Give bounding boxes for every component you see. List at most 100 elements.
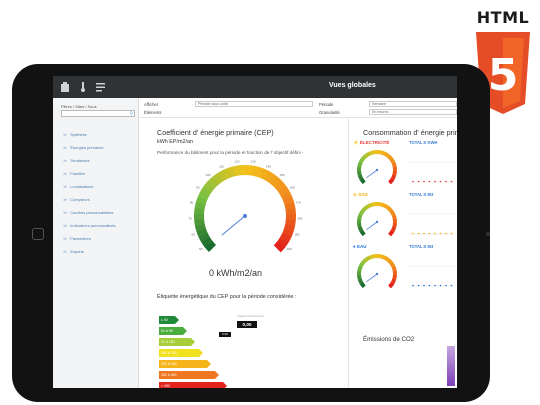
gauge-band bbox=[194, 207, 205, 215]
gauge-tick-label: 70 bbox=[188, 217, 192, 221]
gauge-band bbox=[280, 191, 293, 201]
search-icon[interactable]: ⚲ bbox=[129, 111, 133, 117]
sidebar-item-familles[interactable]: ≫ Familles bbox=[63, 171, 116, 184]
energy-class-bar: 331 à 450 bbox=[159, 371, 219, 379]
gauge-tick-label: 60 bbox=[192, 233, 196, 237]
meter-band bbox=[389, 262, 396, 269]
meter-gauge bbox=[357, 202, 397, 237]
meter-gaz: ♨ GAZ TOTAL:0 M3 bbox=[351, 192, 457, 244]
chevron-icon: ≫ bbox=[63, 197, 68, 202]
meter-band bbox=[358, 157, 365, 164]
sidebar-item-compteurs[interactable]: ≫ Compteurs bbox=[63, 197, 116, 210]
meter-band bbox=[380, 254, 387, 260]
gauge-tick-label: 160 bbox=[290, 186, 295, 190]
sidebar-item-exports[interactable]: ≫ Exports bbox=[63, 249, 116, 262]
meter-band bbox=[384, 256, 391, 263]
meter-band bbox=[364, 204, 371, 210]
meter-band bbox=[387, 154, 394, 161]
sidebar-item-label: Énergies primaires bbox=[70, 145, 104, 150]
building-icon[interactable] bbox=[59, 81, 71, 93]
meter-band bbox=[389, 158, 396, 165]
sidebar-item-courbes[interactable]: ≫ Courbes personnalisées bbox=[63, 210, 116, 223]
gauge-band bbox=[285, 219, 296, 227]
chart-point bbox=[417, 180, 420, 183]
gauge-band bbox=[211, 173, 223, 185]
meter-band bbox=[360, 258, 367, 265]
home-button[interactable] bbox=[32, 228, 44, 240]
sidebar-item-label: Courbes personnalisées bbox=[70, 210, 114, 215]
meter-total: TOTAL:0 M3 bbox=[409, 192, 434, 197]
meter-band bbox=[384, 152, 391, 159]
periode-select[interactable]: Semaine bbox=[369, 101, 457, 107]
meter-band bbox=[380, 150, 387, 156]
meter-band bbox=[359, 178, 366, 185]
gauge-band bbox=[216, 170, 227, 182]
chart-point bbox=[445, 180, 447, 183]
marker-caption: Logement économe bbox=[237, 314, 264, 318]
meter-band bbox=[357, 226, 364, 233]
energy-class-tip bbox=[207, 360, 211, 368]
gauge-band bbox=[221, 167, 232, 180]
sidebar: Filtres / Sites / Sous ⚲ ≫ Synthèse ≫ Éner… bbox=[53, 98, 139, 388]
gauge-band bbox=[271, 177, 283, 189]
chevron-icon: ≫ bbox=[63, 223, 68, 228]
chart-point bbox=[434, 284, 436, 287]
meter-band bbox=[357, 213, 363, 220]
periode-label: Période bbox=[319, 102, 334, 107]
sidebar-item-synthese[interactable]: ≫ Synthèse bbox=[63, 132, 116, 145]
chevron-icon: ≫ bbox=[63, 184, 68, 189]
filter-input[interactable]: ⚲ bbox=[61, 110, 135, 117]
chart-point bbox=[423, 232, 425, 235]
meter-band bbox=[357, 278, 364, 285]
meter-band bbox=[388, 282, 395, 289]
sidebar-item-label: Paramètres bbox=[70, 236, 91, 241]
energy-class-tip bbox=[191, 338, 195, 346]
meter-needle bbox=[366, 169, 378, 178]
chart-point bbox=[417, 232, 420, 235]
gauge-tick-label: 80 bbox=[190, 201, 194, 205]
gauge-band bbox=[283, 223, 296, 233]
camera-icon bbox=[486, 232, 490, 236]
sidebar-nav: ≫ Synthèse ≫ Énergies primaires ≫ Tendances… bbox=[63, 132, 116, 262]
afficher-select[interactable]: Période sous unité bbox=[195, 101, 313, 107]
list-icon[interactable] bbox=[95, 81, 107, 93]
meter-band bbox=[357, 174, 364, 181]
meter-band bbox=[358, 209, 365, 216]
co2-chart-strip bbox=[447, 346, 455, 386]
sidebar-item-indicateurs[interactable]: ≫ Indicateurs personnalisés bbox=[63, 223, 116, 236]
meter-band bbox=[387, 206, 394, 213]
gauge-band bbox=[196, 228, 208, 238]
gauge-band bbox=[204, 241, 217, 253]
chart-point bbox=[423, 284, 425, 287]
sidebar-item-tendances[interactable]: ≫ Tendances bbox=[63, 158, 116, 171]
chart-point bbox=[439, 284, 442, 287]
granularite-select[interactable]: En heures bbox=[369, 109, 457, 115]
gauge-band bbox=[263, 170, 274, 183]
sidebar-item-localisations[interactable]: ≫ Localisations bbox=[63, 184, 116, 197]
meter-gauge bbox=[357, 254, 397, 289]
energy-class-bar: ≤ 50 bbox=[159, 316, 179, 324]
gauge-band bbox=[197, 190, 210, 201]
meter-chart bbox=[409, 265, 455, 287]
html5-label: HTML bbox=[476, 8, 530, 27]
meter-band bbox=[364, 152, 371, 158]
sidebar-item-energies-primaires[interactable]: ≫ Énergies primaires bbox=[63, 145, 116, 158]
energy-label-scale: ≤ 50 51 à 90 91 à 150 151 à 230 231 à 330 331… bbox=[159, 316, 227, 388]
meter-band bbox=[387, 258, 394, 265]
thermometer-icon[interactable] bbox=[77, 81, 89, 93]
cep-gauge: 50 60 70 80 90 100 110 120 130 140 150 160 170 180 190… bbox=[188, 160, 303, 253]
gauge-tick-label: 110 bbox=[219, 164, 224, 168]
gauge-band bbox=[276, 237, 289, 248]
energy-class-tip bbox=[175, 316, 179, 324]
chart-point bbox=[423, 180, 425, 183]
granularite-label: Granularité bbox=[319, 110, 340, 115]
chart-point bbox=[417, 284, 420, 287]
energy-class-bar: 231 à 330 bbox=[159, 360, 211, 368]
gauge-tick-label: 150 bbox=[279, 173, 284, 177]
sidebar-item-parametres[interactable]: ≫ Paramètres bbox=[63, 236, 116, 249]
meter-band bbox=[390, 278, 397, 285]
sidebar-item-label: Exports bbox=[70, 249, 84, 254]
chevron-icon: ≫ bbox=[63, 132, 68, 137]
page-title: Vues globales bbox=[329, 82, 376, 89]
gauge-band bbox=[203, 181, 216, 192]
